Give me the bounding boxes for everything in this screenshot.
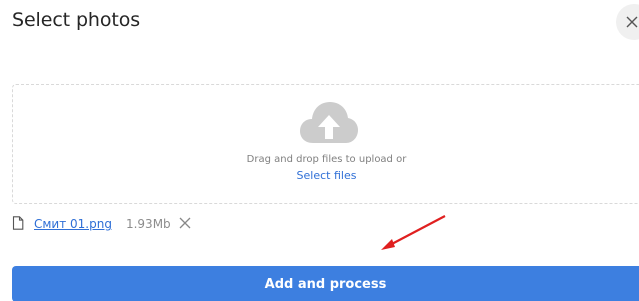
file-icon [12, 216, 26, 232]
cloud-upload-icon [300, 102, 358, 143]
file-name-link[interactable]: Смит 01.png [34, 217, 112, 231]
close-button[interactable] [616, 4, 639, 40]
file-size: 1.93Mb [125, 217, 171, 231]
dropzone-instruction: Drag and drop files to upload or [246, 154, 407, 165]
file-dropzone[interactable]: Drag and drop files to upload or Select … [12, 84, 639, 204]
remove-icon[interactable] [179, 217, 193, 231]
file-list-item: Смит 01.png 1.93Mb [12, 215, 193, 233]
red-arrow-icon [381, 215, 446, 250]
close-icon [626, 16, 638, 28]
select-photos-dialog: Select photos Drag and drop files to upl… [0, 0, 639, 301]
add-and-process-label: Add and process [264, 277, 387, 292]
dialog-title: Select photos [12, 9, 141, 31]
add-and-process-button[interactable]: Add and process [12, 266, 639, 301]
select-files-link[interactable]: Select files [13, 169, 639, 182]
